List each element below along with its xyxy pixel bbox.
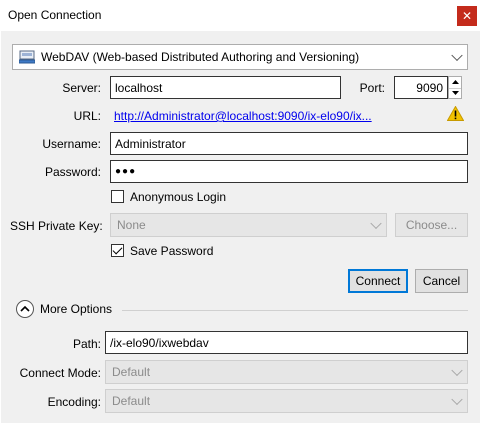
username-input[interactable]: Administrator [110,132,468,155]
password-label: Password: [44,165,101,179]
more-options-divider [122,310,468,311]
username-label: Username: [42,137,101,151]
port-input[interactable]: 9090 [394,76,448,99]
connect-button[interactable]: Connect [348,269,408,293]
connect-mode-select[interactable]: Default [105,360,468,384]
server-label: Server: [62,81,101,95]
encoding-select[interactable]: Default [105,389,468,413]
cancel-button-label: Cancel [422,274,461,288]
save-password-checkbox[interactable] [111,244,124,257]
choose-key-button[interactable]: Choose... [395,213,468,237]
server-input[interactable]: localhost [110,76,341,99]
connect-button-label: Connect [355,274,401,288]
connect-mode-select-value: Default [112,365,151,379]
chevron-up-icon [20,305,30,312]
port-input-value: 9090 [416,80,443,95]
chevron-down-icon [370,217,382,230]
chevron-down-icon [451,364,463,377]
window-title: Open Connection [8,8,102,22]
ssh-key-label: SSH Private Key: [10,219,103,233]
path-label: Path: [72,337,101,351]
choose-key-button-label: Choose... [405,218,458,232]
spinner-down-icon[interactable] [449,88,461,99]
cancel-button[interactable]: Cancel [415,269,468,293]
webdav-drive-icon [18,50,36,64]
url-link[interactable]: http://Administrator@localhost:9090/ix-e… [114,109,372,123]
anonymous-login-checkbox[interactable] [111,190,124,203]
port-spinner[interactable] [448,76,462,99]
protocol-select[interactable]: WebDAV (Web-based Distributed Authoring … [12,44,468,70]
server-input-value: localhost [115,80,163,95]
anonymous-login-label[interactable]: Anonymous Login [130,190,226,204]
encoding-select-value: Default [112,394,151,408]
path-input-value: /ix-elo90/ixwebdav [110,335,209,350]
more-options-toggle[interactable] [16,300,34,318]
encoding-label: Encoding: [47,395,101,409]
warning-icon[interactable] [446,105,465,121]
ssh-key-select[interactable]: None [110,213,387,237]
protocol-select-value: WebDAV (Web-based Distributed Authoring … [41,50,360,64]
close-button[interactable]: ✕ [457,6,477,26]
password-input-value: ●●● [115,166,137,177]
path-input[interactable]: /ix-elo90/ixwebdav [105,331,468,354]
username-input-value: Administrator [115,136,186,151]
port-label: Port: [359,81,385,95]
connect-mode-label: Connect Mode: [19,366,101,380]
password-input[interactable]: ●●● [110,160,468,183]
save-password-label[interactable]: Save Password [130,244,213,258]
ssh-key-select-value: None [117,218,146,232]
more-options-label[interactable]: More Options [40,302,112,316]
chevron-down-icon [451,393,463,406]
url-label: URL: [73,109,101,123]
close-icon: ✕ [461,9,473,23]
chevron-down-icon [451,49,463,62]
